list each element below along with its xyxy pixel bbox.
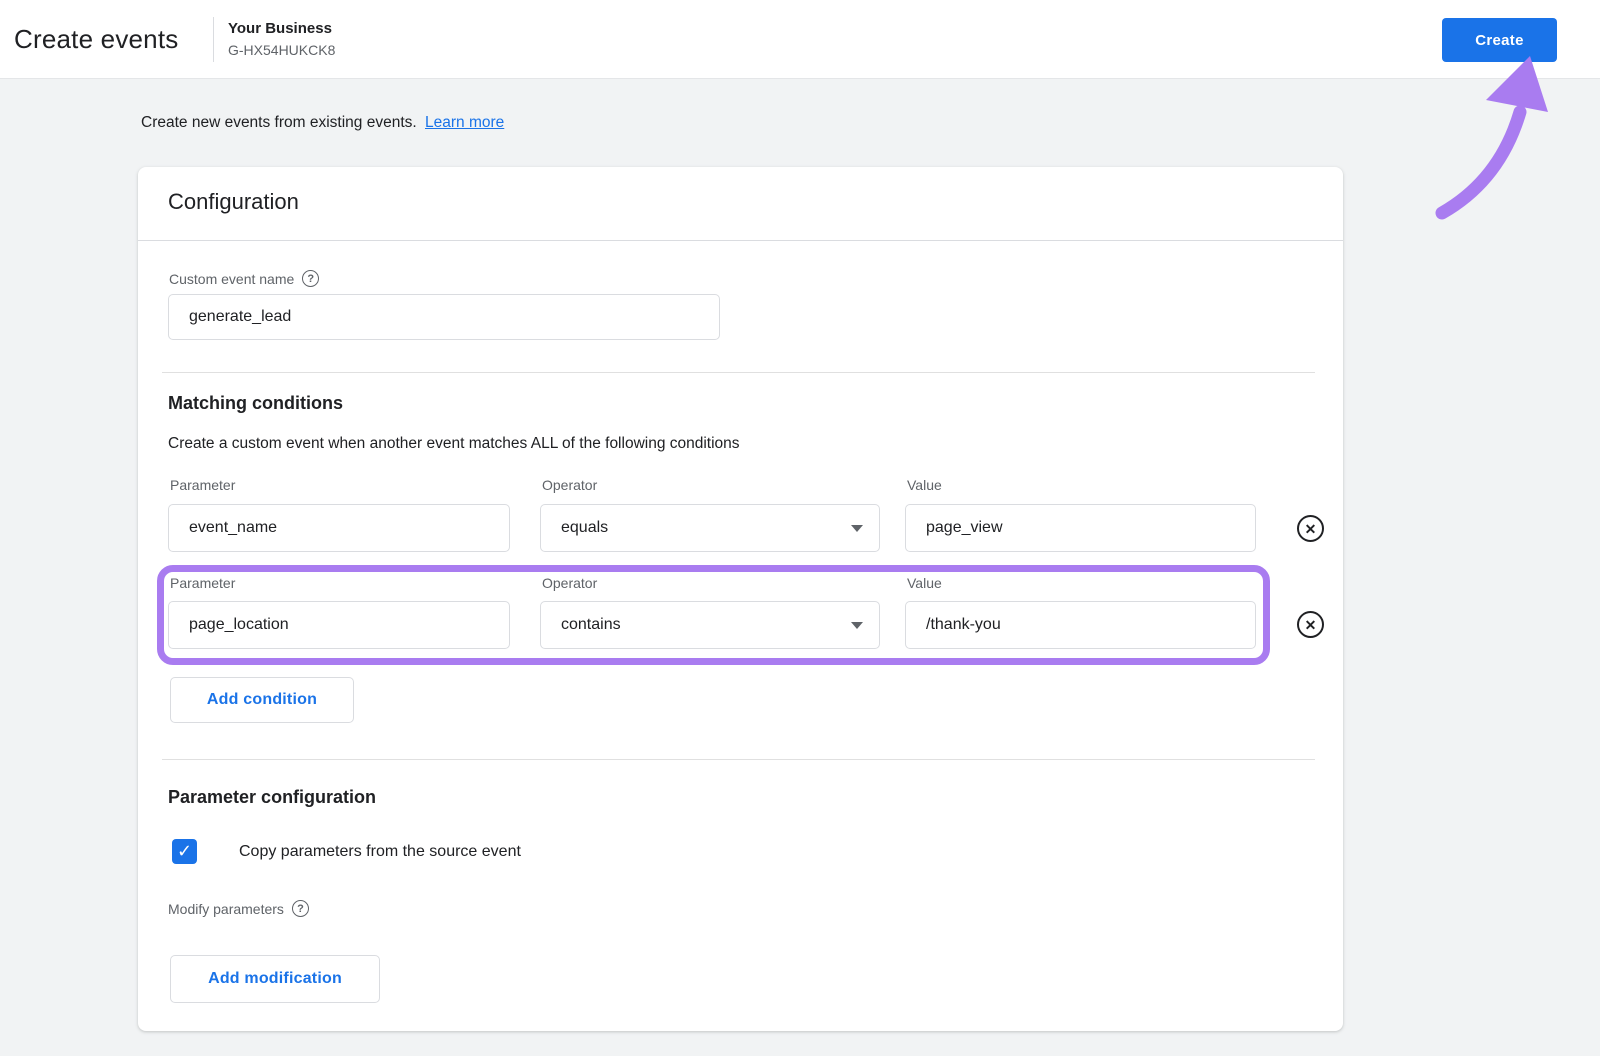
page-title: Create events (14, 24, 179, 54)
custom-event-name-label: Custom event name ? (169, 270, 320, 287)
condition-1-parameter-input[interactable] (168, 504, 510, 552)
section-divider (162, 372, 1315, 373)
condition-1-operator-select[interactable]: equals (540, 504, 880, 552)
card-header-divider (138, 240, 1343, 241)
property-info: Your Business G-HX54HUKCK8 (228, 20, 335, 58)
custom-event-name-label-text: Custom event name (169, 270, 295, 287)
modify-parameters-label: Modify parameters ? (168, 900, 309, 917)
value-label-2: Value (907, 575, 942, 591)
property-id: G-HX54HUKCK8 (228, 42, 336, 58)
chevron-down-icon (851, 524, 863, 532)
help-icon[interactable]: ? (302, 270, 320, 287)
intro-description: Create new events from existing events. (141, 114, 417, 131)
custom-event-name-input[interactable] (168, 294, 720, 340)
operator-label-2: Operator (542, 575, 597, 591)
condition-2-operator-select[interactable]: contains (540, 601, 880, 649)
create-button[interactable]: Create (1442, 18, 1557, 62)
value-label: Value (907, 477, 942, 493)
operator-label-text: Operator (542, 477, 598, 493)
operator-label: Operator (542, 477, 597, 493)
intro-text: Create new events from existing events. … (141, 114, 504, 132)
matching-conditions-title: Matching conditions (168, 393, 343, 413)
condition-2-operator-value: contains (561, 616, 621, 633)
value-label-text: Value (907, 477, 942, 493)
condition-1-operator-value: equals (561, 519, 609, 536)
help-icon[interactable]: ? (291, 900, 309, 917)
condition-2-parameter-input[interactable] (168, 601, 510, 649)
chevron-down-icon (851, 621, 863, 629)
copy-parameters-row: ✓ Copy parameters from the source event (172, 839, 521, 864)
configuration-card: Configuration Custom event name ? Matchi… (138, 167, 1343, 1031)
section-divider-2 (162, 759, 1315, 760)
property-name: Your Business (228, 20, 332, 37)
parameter-label-text: Parameter (170, 477, 236, 493)
copy-parameters-label: Copy parameters from the source event (239, 842, 521, 860)
parameter-label-2: Parameter (170, 575, 235, 591)
add-condition-button[interactable]: Add condition (170, 677, 354, 723)
parameter-label: Parameter (170, 477, 235, 493)
modify-parameters-label-text: Modify parameters (168, 900, 284, 917)
parameter-configuration-title: Parameter configuration (168, 787, 377, 807)
page: Create events Your Business G-HX54HUKCK8… (0, 0, 1600, 1056)
learn-more-link[interactable]: Learn more (425, 114, 504, 131)
add-modification-button[interactable]: Add modification (170, 955, 380, 1003)
value-label-2-text: Value (907, 575, 942, 591)
copy-parameters-checkbox[interactable]: ✓ (172, 839, 197, 864)
condition-1-value-input[interactable] (905, 504, 1256, 552)
matching-conditions-description: Create a custom event when another event… (168, 435, 740, 452)
header-divider (213, 17, 214, 62)
condition-2-remove-button[interactable]: ✕ (1297, 611, 1324, 638)
condition-2-value-input[interactable] (905, 601, 1256, 649)
header: Create events Your Business G-HX54HUKCK8… (0, 0, 1600, 79)
parameter-label-2-text: Parameter (170, 575, 236, 591)
operator-label-2-text: Operator (542, 575, 598, 591)
condition-1-remove-button[interactable]: ✕ (1297, 515, 1324, 542)
card-title: Configuration (168, 189, 299, 214)
